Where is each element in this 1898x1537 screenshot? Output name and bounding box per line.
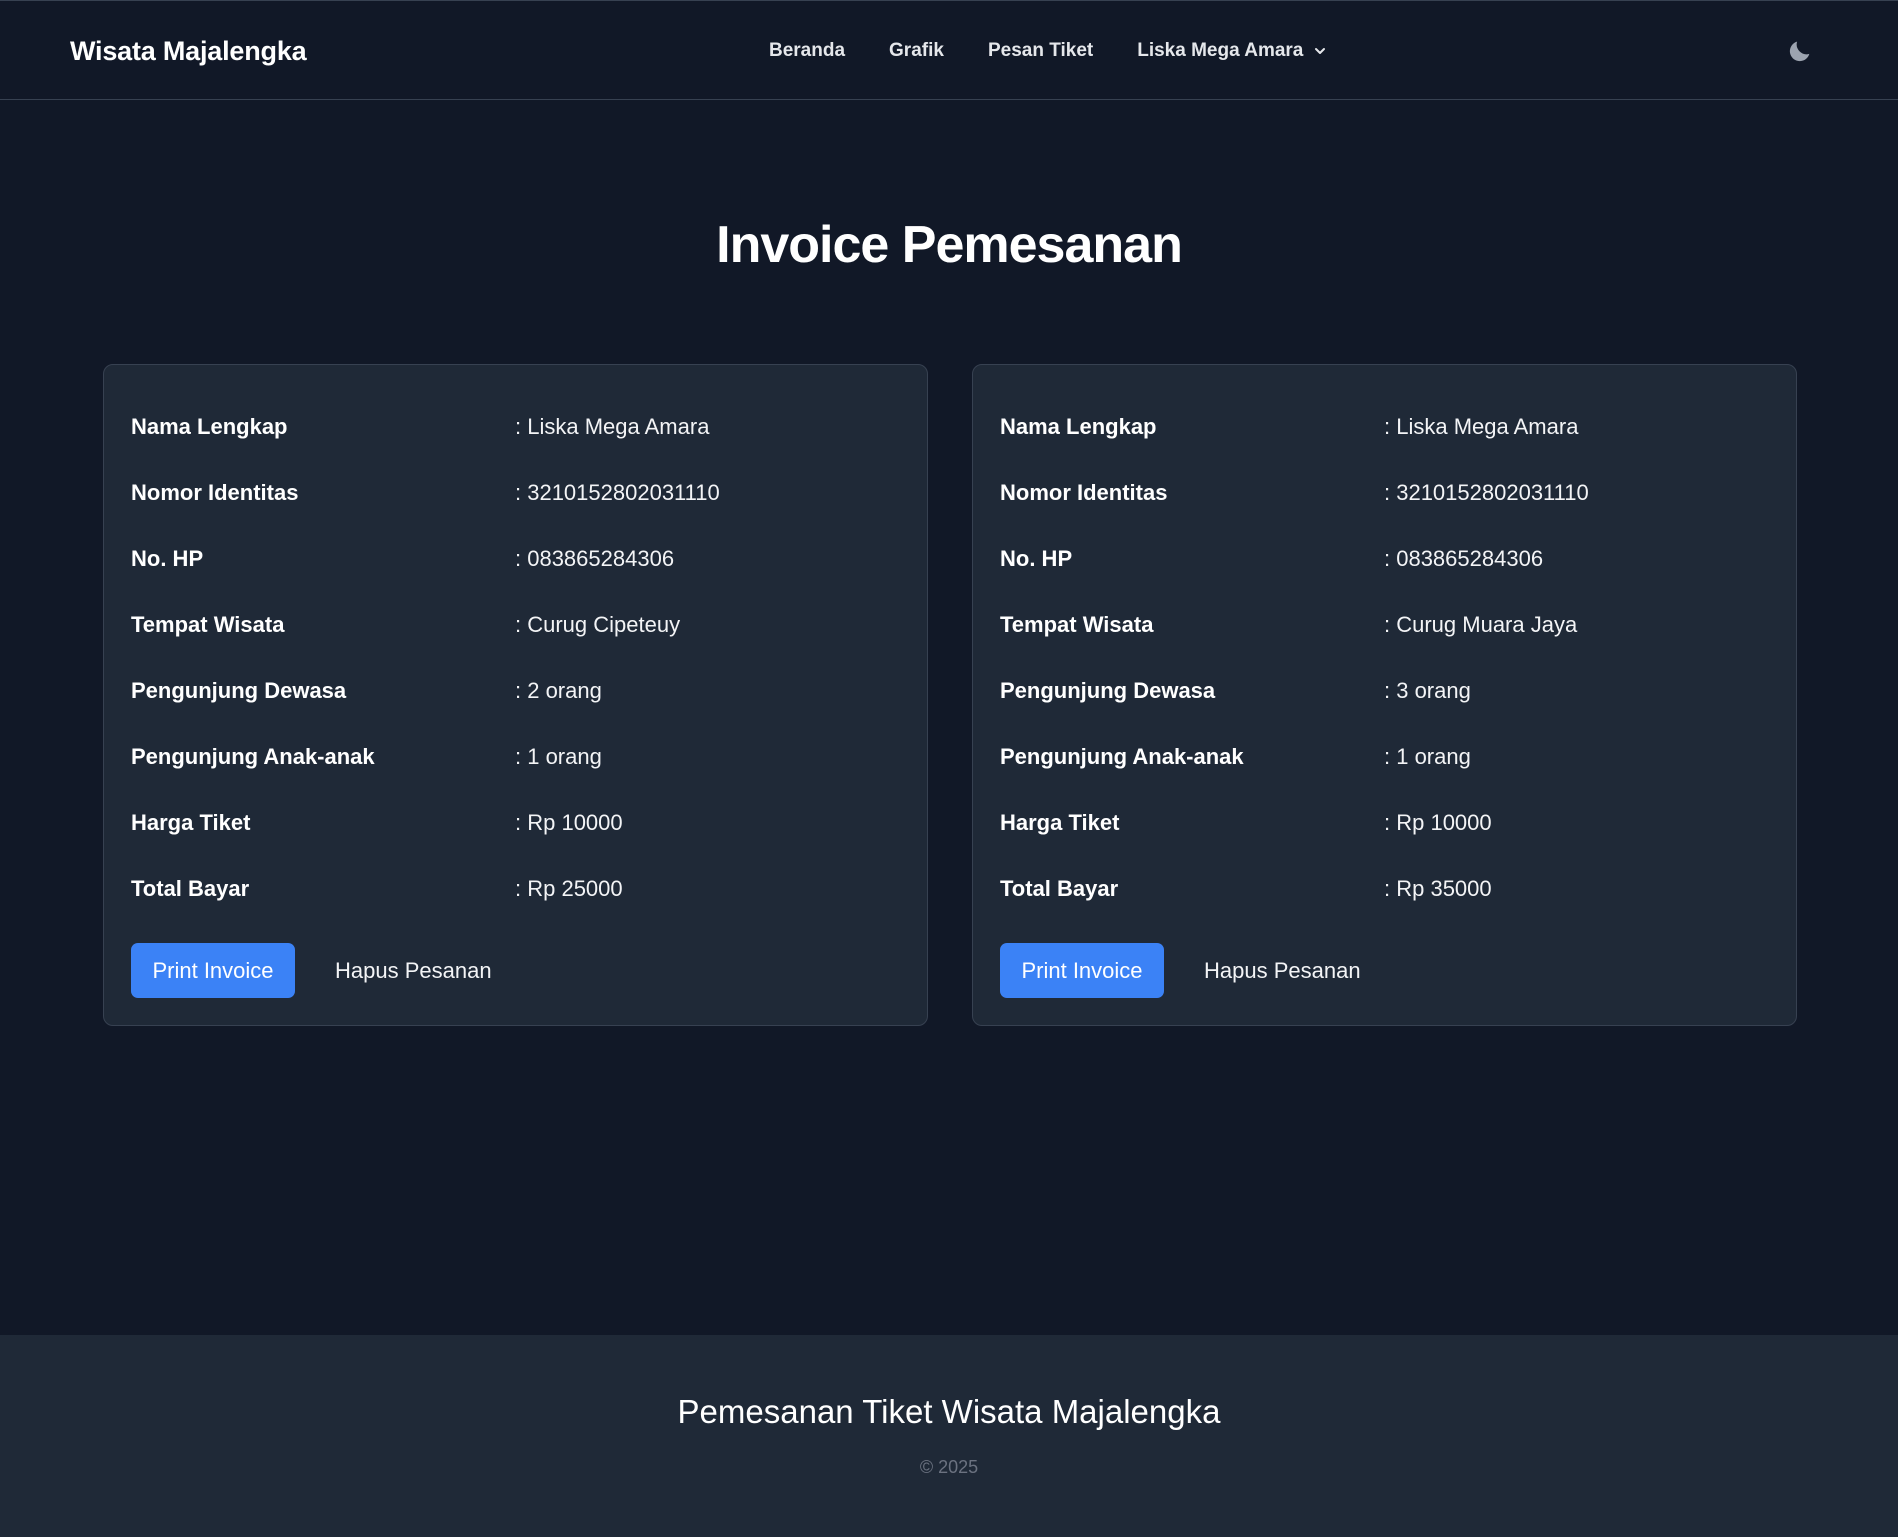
- value-total-bayar: : Rp 25000: [515, 876, 623, 901]
- value-nomor-identitas: : 3210152802031110: [1384, 480, 1589, 505]
- invoice-row-hp: No. HP : 083865284306: [131, 544, 901, 574]
- nav-beranda[interactable]: Beranda: [769, 40, 845, 62]
- label-total-bayar: Total Bayar: [1000, 876, 1119, 901]
- page-title: Invoice Pemesanan: [716, 216, 1183, 274]
- nav-pesan-tiket[interactable]: Pesan Tiket: [988, 40, 1093, 62]
- value-no-hp: : 083865284306: [515, 546, 675, 571]
- moon-icon[interactable]: [1786, 37, 1814, 65]
- label-pengunjung-dewasa: Pengunjung Dewasa: [1000, 678, 1216, 703]
- label-no-hp: No. HP: [131, 546, 204, 571]
- value-pengunjung-dewasa: : 2 orang: [515, 678, 602, 703]
- user-menu-dropdown[interactable]: Liska Mega Amara: [1137, 40, 1328, 62]
- invoice-card: Nama Lengkap : Liska Mega Amara Nomor Id…: [103, 364, 928, 1026]
- footer-copyright: © 2025: [919, 1457, 979, 1477]
- chevron-down-icon: [1315, 48, 1326, 54]
- label-tempat-wisata: Tempat Wisata: [1000, 612, 1154, 637]
- label-pengunjung-anak: Pengunjung Anak-anak: [1000, 744, 1244, 769]
- invoice-row-nama: Nama Lengkap : Liska Mega Amara: [1000, 412, 1770, 442]
- invoice-row-dewasa: Pengunjung Dewasa : 2 orang: [131, 676, 901, 706]
- invoice-row-identitas: Nomor Identitas : 3210152802031110: [1000, 478, 1770, 508]
- label-tempat-wisata: Tempat Wisata: [131, 612, 285, 637]
- value-harga-tiket: : Rp 10000: [1384, 810, 1492, 835]
- value-nama-lengkap: : Liska Mega Amara: [515, 414, 710, 439]
- value-nama-lengkap: : Liska Mega Amara: [1384, 414, 1579, 439]
- label-no-hp: No. HP: [1000, 546, 1073, 571]
- footer-title: Pemesanan Tiket Wisata Majalengka: [677, 1393, 1221, 1430]
- value-nomor-identitas: : 3210152802031110: [515, 480, 720, 505]
- label-nomor-identitas: Nomor Identitas: [1000, 480, 1168, 505]
- value-total-bayar: : Rp 35000: [1384, 876, 1492, 901]
- hapus-pesanan-button[interactable]: Hapus Pesanan: [1204, 943, 1361, 998]
- label-harga-tiket: Harga Tiket: [131, 810, 251, 835]
- invoice-row-total: Total Bayar : Rp 35000: [1000, 874, 1770, 904]
- invoice-row-hp: No. HP : 083865284306: [1000, 544, 1770, 574]
- label-total-bayar: Total Bayar: [131, 876, 250, 901]
- footer: Pemesanan Tiket Wisata Majalengka © 2025: [0, 1335, 1898, 1537]
- value-tempat-wisata: : Curug Muara Jaya: [1384, 612, 1578, 637]
- invoice-row-tempat: Tempat Wisata : Curug Muara Jaya: [1000, 610, 1770, 640]
- invoice-row-anak: Pengunjung Anak-anak : 1 orang: [1000, 742, 1770, 772]
- print-invoice-button[interactable]: Print Invoice: [131, 943, 295, 998]
- label-pengunjung-anak: Pengunjung Anak-anak: [131, 744, 375, 769]
- value-tempat-wisata: : Curug Cipeteuy: [515, 612, 681, 637]
- hapus-pesanan-button[interactable]: Hapus Pesanan: [335, 943, 492, 998]
- print-invoice-button[interactable]: Print Invoice: [1000, 943, 1164, 998]
- user-menu-label: Liska Mega Amara: [1137, 40, 1304, 61]
- value-pengunjung-anak: : 1 orang: [1384, 744, 1471, 769]
- label-pengunjung-dewasa: Pengunjung Dewasa: [131, 678, 347, 703]
- invoice-row-identitas: Nomor Identitas : 3210152802031110: [131, 478, 901, 508]
- nav-grafik[interactable]: Grafik: [889, 40, 944, 62]
- value-harga-tiket: : Rp 10000: [515, 810, 623, 835]
- invoice-row-anak: Pengunjung Anak-anak : 1 orang: [131, 742, 901, 772]
- value-pengunjung-anak: : 1 orang: [515, 744, 602, 769]
- value-pengunjung-dewasa: : 3 orang: [1384, 678, 1471, 703]
- invoice-row-nama: Nama Lengkap : Liska Mega Amara: [131, 412, 901, 442]
- invoice-row-tempat: Tempat Wisata : Curug Cipeteuy: [131, 610, 901, 640]
- nav-links: Beranda Grafik Pesan Tiket Liska Mega Am…: [769, 1, 1328, 101]
- label-nama-lengkap: Nama Lengkap: [131, 414, 288, 439]
- invoice-row-harga: Harga Tiket : Rp 10000: [131, 808, 901, 838]
- label-nomor-identitas: Nomor Identitas: [131, 480, 299, 505]
- invoice-row-dewasa: Pengunjung Dewasa : 3 orang: [1000, 676, 1770, 706]
- label-nama-lengkap: Nama Lengkap: [1000, 414, 1157, 439]
- invoice-row-total: Total Bayar : Rp 25000: [131, 874, 901, 904]
- label-harga-tiket: Harga Tiket: [1000, 810, 1120, 835]
- value-no-hp: : 083865284306: [1384, 546, 1544, 571]
- navbar: Wisata Majalengka Beranda Grafik Pesan T…: [0, 0, 1898, 100]
- invoice-row-harga: Harga Tiket : Rp 10000: [1000, 808, 1770, 838]
- invoice-card: Nama Lengkap : Liska Mega Amara Nomor Id…: [972, 364, 1797, 1026]
- brand-logo[interactable]: Wisata Majalengka: [70, 1, 307, 101]
